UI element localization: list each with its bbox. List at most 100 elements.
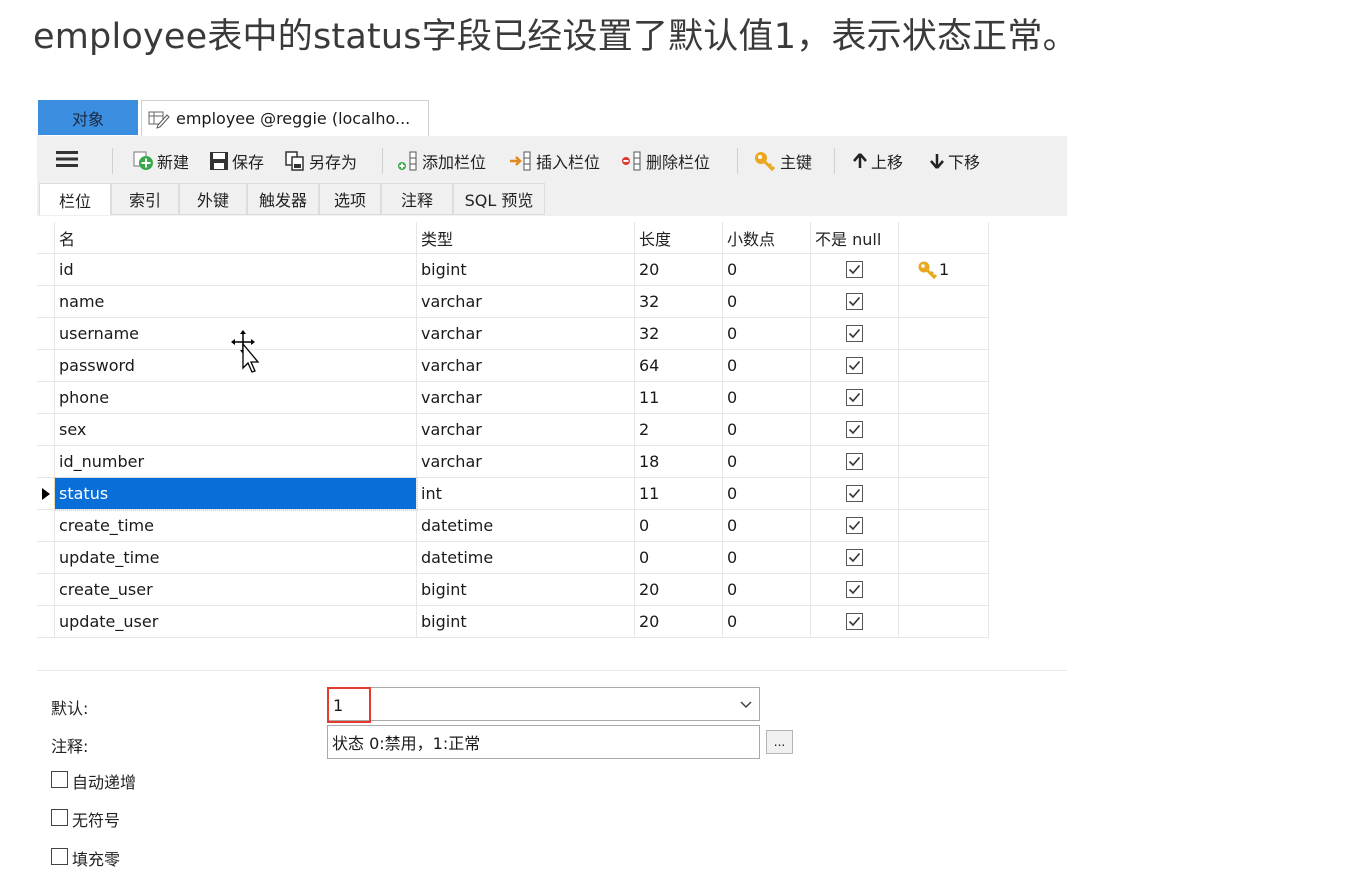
field-name-cell[interactable]: phone bbox=[55, 382, 417, 414]
field-decimals-cell[interactable]: 0 bbox=[723, 286, 811, 318]
add-field-button[interactable]: 添加栏位 bbox=[397, 148, 486, 174]
not-null-checkbox[interactable] bbox=[846, 453, 863, 470]
field-decimals-cell[interactable]: 0 bbox=[723, 510, 811, 542]
field-key-cell[interactable] bbox=[899, 478, 989, 510]
field-length-cell[interactable]: 0 bbox=[635, 510, 723, 542]
field-type-cell[interactable]: datetime bbox=[417, 510, 635, 542]
not-null-checkbox[interactable] bbox=[846, 293, 863, 310]
row-marker[interactable] bbox=[37, 286, 55, 318]
field-length-cell[interactable]: 11 bbox=[635, 478, 723, 510]
field-length-cell[interactable]: 11 bbox=[635, 382, 723, 414]
field-key-cell[interactable] bbox=[899, 382, 989, 414]
field-decimals-cell[interactable]: 0 bbox=[723, 254, 811, 286]
table-row[interactable]: id_number varchar 18 0 bbox=[37, 446, 989, 478]
field-key-cell[interactable] bbox=[899, 574, 989, 606]
comment-more-button[interactable]: ... bbox=[766, 730, 793, 754]
zerofill-checkbox[interactable] bbox=[51, 848, 68, 865]
field-name-cell[interactable]: status bbox=[54, 477, 418, 511]
row-marker[interactable] bbox=[37, 350, 55, 382]
tab-comment[interactable]: 注释 bbox=[381, 183, 453, 215]
tab-options[interactable]: 选项 bbox=[319, 183, 381, 215]
row-marker[interactable] bbox=[37, 574, 55, 606]
not-null-checkbox[interactable] bbox=[846, 325, 863, 342]
not-null-checkbox[interactable] bbox=[846, 517, 863, 534]
not-null-checkbox[interactable] bbox=[846, 549, 863, 566]
insert-field-button[interactable]: 插入栏位 bbox=[509, 148, 600, 174]
field-key-cell[interactable] bbox=[899, 606, 989, 638]
table-row[interactable]: status int 11 0 bbox=[37, 477, 989, 511]
move-up-button[interactable]: 上移 bbox=[852, 148, 903, 174]
default-value-combobox[interactable]: 1 bbox=[327, 687, 760, 723]
new-button[interactable]: 新建 bbox=[132, 148, 189, 174]
field-decimals-cell[interactable]: 0 bbox=[723, 542, 811, 574]
field-decimals-cell[interactable]: 0 bbox=[723, 478, 811, 510]
field-key-cell[interactable] bbox=[899, 446, 989, 478]
table-row[interactable]: phone varchar 11 0 bbox=[37, 382, 989, 414]
row-marker[interactable] bbox=[37, 510, 55, 542]
not-null-checkbox[interactable] bbox=[846, 421, 863, 438]
field-length-cell[interactable]: 0 bbox=[635, 542, 723, 574]
field-length-cell[interactable]: 20 bbox=[635, 254, 723, 286]
save-as-button[interactable]: 另存为 bbox=[284, 148, 357, 174]
table-row[interactable]: create_time datetime 0 0 bbox=[37, 510, 989, 542]
row-marker[interactable] bbox=[37, 318, 55, 350]
field-type-cell[interactable]: bigint bbox=[417, 606, 635, 638]
row-marker[interactable] bbox=[37, 446, 55, 478]
field-decimals-cell[interactable]: 0 bbox=[723, 446, 811, 478]
field-type-cell[interactable]: datetime bbox=[417, 542, 635, 574]
field-decimals-cell[interactable]: 0 bbox=[723, 574, 811, 606]
table-row[interactable]: password varchar 64 0 bbox=[37, 350, 989, 382]
field-key-cell[interactable] bbox=[899, 414, 989, 446]
field-length-cell[interactable]: 20 bbox=[635, 574, 723, 606]
field-type-cell[interactable]: varchar bbox=[417, 414, 635, 446]
field-type-cell[interactable]: varchar bbox=[417, 382, 635, 414]
tab-fields[interactable]: 栏位 bbox=[39, 183, 111, 215]
field-type-cell[interactable]: varchar bbox=[417, 286, 635, 318]
field-length-cell[interactable]: 32 bbox=[635, 318, 723, 350]
not-null-checkbox[interactable] bbox=[846, 389, 863, 406]
row-marker[interactable] bbox=[37, 254, 55, 286]
field-decimals-cell[interactable]: 0 bbox=[723, 414, 811, 446]
default-value-field[interactable]: 1 bbox=[327, 687, 371, 723]
not-null-checkbox[interactable] bbox=[846, 613, 863, 630]
field-key-cell[interactable] bbox=[899, 510, 989, 542]
delete-field-button[interactable]: 删除栏位 bbox=[621, 148, 710, 174]
tab-indexes[interactable]: 索引 bbox=[111, 183, 179, 215]
field-decimals-cell[interactable]: 0 bbox=[723, 382, 811, 414]
table-row[interactable]: username varchar 32 0 bbox=[37, 318, 989, 350]
unsigned-checkbox[interactable] bbox=[51, 809, 68, 826]
field-type-cell[interactable]: varchar bbox=[417, 318, 635, 350]
field-type-cell[interactable]: bigint bbox=[417, 254, 635, 286]
row-marker[interactable] bbox=[37, 414, 55, 446]
field-length-cell[interactable]: 32 bbox=[635, 286, 723, 318]
field-decimals-cell[interactable]: 0 bbox=[723, 350, 811, 382]
menu-button[interactable] bbox=[56, 148, 78, 174]
field-name-cell[interactable]: name bbox=[55, 286, 417, 318]
field-type-cell[interactable]: varchar bbox=[417, 446, 635, 478]
table-row[interactable]: update_user bigint 20 0 bbox=[37, 606, 989, 638]
row-marker[interactable] bbox=[37, 606, 55, 638]
row-marker[interactable] bbox=[37, 382, 55, 414]
tab-sql-preview[interactable]: SQL 预览 bbox=[453, 183, 545, 215]
field-name-cell[interactable]: sex bbox=[55, 414, 417, 446]
move-down-button[interactable]: 下移 bbox=[929, 148, 980, 174]
field-name-cell[interactable]: create_user bbox=[55, 574, 417, 606]
row-marker[interactable] bbox=[37, 478, 55, 510]
field-decimals-cell[interactable]: 0 bbox=[723, 606, 811, 638]
chevron-down-icon[interactable] bbox=[739, 696, 753, 715]
field-type-cell[interactable]: varchar bbox=[417, 350, 635, 382]
table-row[interactable]: sex varchar 2 0 bbox=[37, 414, 989, 446]
save-button[interactable]: 保存 bbox=[209, 148, 264, 174]
not-null-checkbox[interactable] bbox=[846, 485, 863, 502]
field-key-cell[interactable] bbox=[899, 350, 989, 382]
primary-key-button[interactable]: 主键 bbox=[753, 148, 812, 174]
table-row[interactable]: create_user bigint 20 0 bbox=[37, 574, 989, 606]
field-key-cell[interactable] bbox=[899, 286, 989, 318]
not-null-checkbox[interactable] bbox=[846, 581, 863, 598]
field-key-cell[interactable] bbox=[899, 542, 989, 574]
field-length-cell[interactable]: 2 bbox=[635, 414, 723, 446]
field-length-cell[interactable]: 20 bbox=[635, 606, 723, 638]
field-type-cell[interactable]: int bbox=[417, 478, 635, 510]
field-length-cell[interactable]: 18 bbox=[635, 446, 723, 478]
table-row[interactable]: update_time datetime 0 0 bbox=[37, 542, 989, 574]
